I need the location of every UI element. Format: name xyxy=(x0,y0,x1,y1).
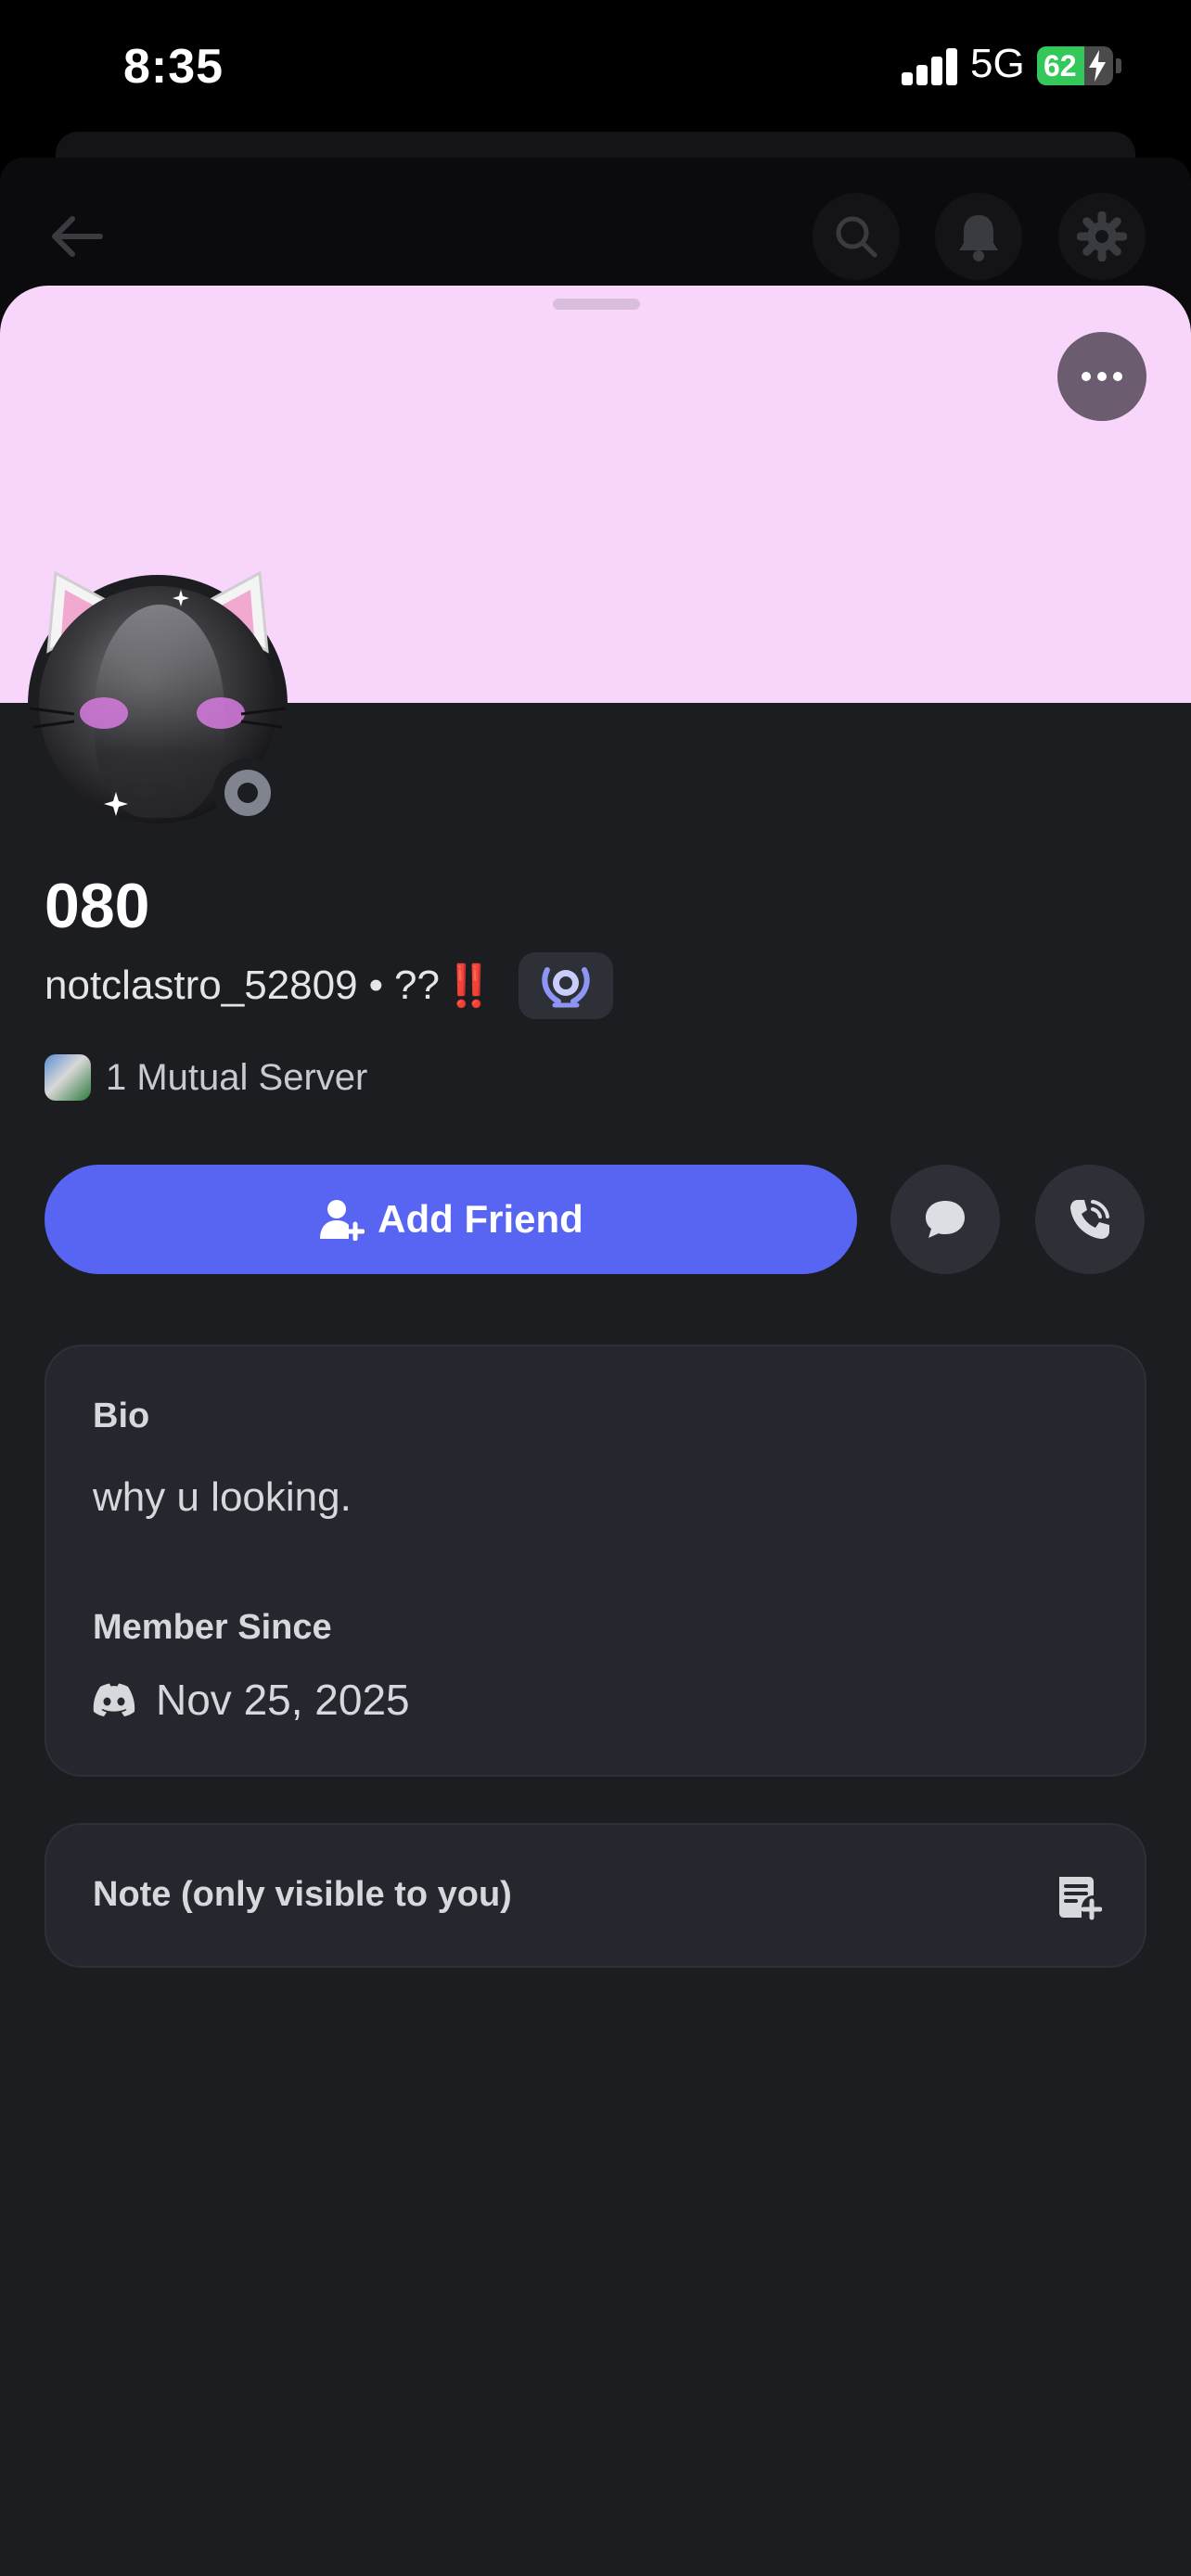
notifications-button[interactable] xyxy=(935,193,1022,280)
charging-bolt-icon xyxy=(1089,50,1106,82)
display-name: 080 xyxy=(45,871,150,941)
server-icon xyxy=(45,1054,91,1101)
signal-icon xyxy=(902,48,959,85)
username-row: notclastro_52809 • ?? ‼️ xyxy=(45,950,613,1022)
more-options-button[interactable] xyxy=(1057,332,1146,421)
phone-call-icon xyxy=(1070,1200,1109,1239)
battery-icon: 62 xyxy=(1037,46,1113,85)
pronouns-emoji: ‼️ xyxy=(442,963,494,1009)
add-note-icon[interactable] xyxy=(1054,1873,1102,1921)
mutual-servers-link[interactable]: 1 Mutual Server xyxy=(45,1052,367,1103)
back-arrow-icon[interactable] xyxy=(46,206,108,267)
whiskers-decoration xyxy=(29,707,287,729)
discord-logo-icon xyxy=(93,1683,135,1716)
about-card: Bio why u looking. Member Since Nov 25, … xyxy=(45,1345,1146,1777)
member-since-row: Nov 25, 2025 xyxy=(93,1675,410,1725)
chat-bubble-icon xyxy=(926,1201,965,1238)
bio-label: Bio xyxy=(93,1396,150,1435)
avatar[interactable] xyxy=(28,570,288,835)
sparkle-icon xyxy=(173,590,189,606)
message-button[interactable] xyxy=(890,1165,1000,1274)
pronouns: ?? xyxy=(394,963,440,1008)
status-bar: 8:35 5G 62 xyxy=(0,0,1191,139)
sheet-grabber[interactable] xyxy=(553,299,640,310)
battery-cap xyxy=(1116,58,1121,73)
profile-sheet: 080 notclastro_52809 • ?? ‼️ 1 Mutual Se… xyxy=(0,286,1191,2576)
search-icon xyxy=(836,216,877,258)
add-friend-label: Add Friend xyxy=(378,1197,583,1241)
profile-badge[interactable] xyxy=(518,952,613,1019)
battery-level: 62 xyxy=(1044,49,1077,83)
search-button[interactable] xyxy=(813,193,900,280)
status-time: 8:35 xyxy=(123,40,224,94)
more-dots-icon xyxy=(1082,372,1091,381)
network-type: 5G xyxy=(970,41,1025,86)
status-indicator xyxy=(213,759,282,827)
laurel-badge-icon xyxy=(542,967,590,1008)
separator: • xyxy=(368,963,383,1008)
bio-text: why u looking. xyxy=(93,1474,352,1520)
member-since-label: Member Since xyxy=(93,1608,332,1647)
username: notclastro_52809 xyxy=(45,963,358,1008)
voice-call-button[interactable] xyxy=(1035,1165,1145,1274)
add-friend-icon xyxy=(320,1200,365,1241)
settings-button[interactable] xyxy=(1058,193,1146,280)
sparkle-icon xyxy=(104,792,128,816)
member-since-date: Nov 25, 2025 xyxy=(156,1676,410,1724)
add-friend-button[interactable]: Add Friend xyxy=(45,1165,857,1274)
note-field[interactable]: Note (only visible to you) xyxy=(45,1823,1146,1968)
note-label: Note (only visible to you) xyxy=(93,1875,512,1914)
gear-icon xyxy=(1077,211,1127,261)
offline-status-icon xyxy=(224,770,271,816)
bell-icon xyxy=(959,215,998,261)
mutual-servers-label: 1 Mutual Server xyxy=(106,1056,368,1098)
